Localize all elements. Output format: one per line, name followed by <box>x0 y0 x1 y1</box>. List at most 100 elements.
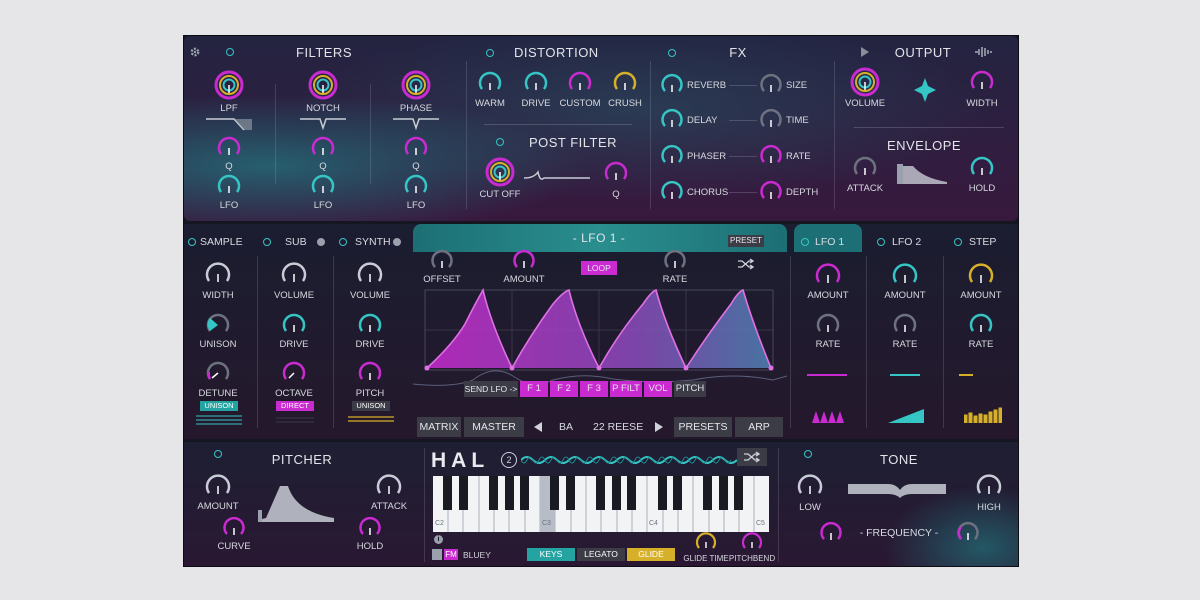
tone-low-knob[interactable] <box>796 472 824 500</box>
tab-sub[interactable]: SUB <box>285 236 307 248</box>
sample-detune-knob[interactable] <box>205 360 231 386</box>
target-f3-button[interactable]: F 3 <box>580 381 608 397</box>
lfo1-power-toggle[interactable] <box>801 238 809 246</box>
lfo-loop-button[interactable]: LOOP <box>581 261 617 275</box>
tone-frequency-high-knob[interactable] <box>956 521 980 545</box>
synth-volume-knob[interactable] <box>356 260 384 288</box>
target-pfilt-button[interactable]: P FILT <box>610 381 642 397</box>
tab-lfo2[interactable]: LFO 2 <box>892 236 921 248</box>
crush-knob[interactable] <box>612 70 638 96</box>
lfo2-rate-knob[interactable] <box>892 312 918 338</box>
reverb-size-knob[interactable] <box>759 73 783 97</box>
lfo-offset-knob[interactable] <box>430 249 454 273</box>
filters-power-toggle[interactable] <box>226 48 234 56</box>
tone-high-knob[interactable] <box>975 472 1003 500</box>
piano-keyboard[interactable] <box>433 476 769 532</box>
waveform-icon[interactable] <box>974 46 994 58</box>
sub-direct-badge[interactable]: DIRECT <box>276 401 314 411</box>
lfo1-rate-knob[interactable] <box>815 312 841 338</box>
output-width-knob[interactable] <box>969 69 995 95</box>
play-icon[interactable] <box>860 47 870 57</box>
lfo2-amount-knob[interactable] <box>891 261 919 289</box>
notch-q-knob[interactable] <box>310 135 336 161</box>
chorus-depth-knob[interactable] <box>759 180 783 204</box>
randomize-button[interactable] <box>737 448 767 466</box>
synth-unison-badge[interactable]: UNISON <box>352 401 390 411</box>
preset-name-display[interactable]: 22 REESE <box>593 421 643 433</box>
post-filter-cutoff-knob[interactable] <box>484 156 516 188</box>
arp-button[interactable]: ARP <box>735 417 783 437</box>
sub-power-toggle[interactable] <box>263 238 271 246</box>
distortion-power-toggle[interactable] <box>486 49 494 57</box>
lpf-q-knob[interactable] <box>216 135 242 161</box>
pitcher-attack-knob[interactable] <box>375 472 403 500</box>
settings-gear-icon[interactable] <box>189 46 201 58</box>
glide-time-knob[interactable] <box>695 531 717 553</box>
pitcher-curve-knob[interactable] <box>222 516 246 540</box>
pitcher-hold-knob[interactable] <box>358 516 382 540</box>
envelope-hold-knob[interactable] <box>969 155 995 181</box>
phase-q-knob[interactable] <box>403 135 429 161</box>
tone-power-toggle[interactable] <box>804 450 812 458</box>
lpf-lfo-knob[interactable] <box>216 173 242 199</box>
target-f2-button[interactable]: F 2 <box>550 381 578 397</box>
target-f1-button[interactable]: F 1 <box>520 381 548 397</box>
target-vol-button[interactable]: VOL <box>644 381 672 397</box>
sample-width-knob[interactable] <box>204 260 232 288</box>
legato-mode-button[interactable]: LEGATO <box>577 548 625 561</box>
tab-lfo1[interactable]: LFO 1 <box>815 236 844 248</box>
sub-volume-knob[interactable] <box>280 260 308 288</box>
sample-unison-badge[interactable]: UNISON <box>200 401 238 411</box>
fm-badge[interactable]: FM <box>444 549 458 560</box>
lfo-waveform-display[interactable] <box>413 284 787 424</box>
post-filter-power-toggle[interactable] <box>496 138 504 146</box>
custom-knob[interactable] <box>567 70 593 96</box>
phase-cutoff-knob[interactable] <box>400 69 432 101</box>
fx-power-toggle[interactable] <box>668 49 676 57</box>
lfo-rate-knob[interactable] <box>663 249 687 273</box>
reverb-knob[interactable] <box>660 73 684 97</box>
matrix-button[interactable]: MATRIX <box>417 417 461 437</box>
notch-cutoff-knob[interactable] <box>307 69 339 101</box>
notch-lfo-knob[interactable] <box>310 173 336 199</box>
sample-power-toggle[interactable] <box>188 238 196 246</box>
synth-power-toggle[interactable] <box>339 238 347 246</box>
lfo2-power-toggle[interactable] <box>877 238 885 246</box>
lpf-cutoff-knob[interactable] <box>213 69 245 101</box>
shuffle-icon[interactable] <box>738 258 754 270</box>
phaser-rate-knob[interactable] <box>759 144 783 168</box>
delay-time-knob[interactable] <box>759 108 783 132</box>
sub-octave-knob[interactable] <box>281 360 307 386</box>
synth-pitch-knob[interactable] <box>357 360 383 386</box>
tone-frequency-low-knob[interactable] <box>819 521 843 545</box>
output-volume-knob[interactable] <box>849 66 881 98</box>
sample-unison-knob[interactable] <box>205 312 231 338</box>
envelope-attack-knob[interactable] <box>852 155 878 181</box>
post-filter-q-knob[interactable] <box>603 160 629 186</box>
drive-knob[interactable] <box>523 70 549 96</box>
pitchbend-knob[interactable] <box>741 531 763 553</box>
step-amount-knob[interactable] <box>967 261 995 289</box>
step-rate-knob[interactable] <box>968 312 994 338</box>
send-lfo-button[interactable]: SEND LFO -> <box>464 381 518 397</box>
lfo1-amount-knob[interactable] <box>814 261 842 289</box>
previous-preset-icon[interactable] <box>534 422 542 432</box>
lfo-amount-knob[interactable] <box>512 249 536 273</box>
tab-sample[interactable]: SAMPLE <box>200 236 243 248</box>
step-power-toggle[interactable] <box>954 238 962 246</box>
master-eq-button[interactable]: MASTER EQ <box>464 417 524 453</box>
pitcher-power-toggle[interactable] <box>214 450 222 458</box>
keys-mode-button[interactable]: KEYS <box>527 548 575 561</box>
chorus-knob[interactable] <box>660 180 684 204</box>
info-icon[interactable]: i <box>434 535 443 544</box>
glide-mode-button[interactable]: GLIDE <box>627 548 675 561</box>
tab-synth[interactable]: SYNTH <box>355 236 391 248</box>
delay-knob[interactable] <box>660 108 684 132</box>
target-pitch-button[interactable]: PITCH <box>674 381 706 397</box>
fm-toggle-indicator[interactable] <box>432 549 442 560</box>
presets-button[interactable]: PRESETS <box>674 417 732 437</box>
lfo-preset-button[interactable]: PRESET <box>728 235 764 247</box>
sub-drive-knob[interactable] <box>281 312 307 338</box>
next-preset-icon[interactable] <box>655 422 663 432</box>
synth-drive-knob[interactable] <box>357 312 383 338</box>
